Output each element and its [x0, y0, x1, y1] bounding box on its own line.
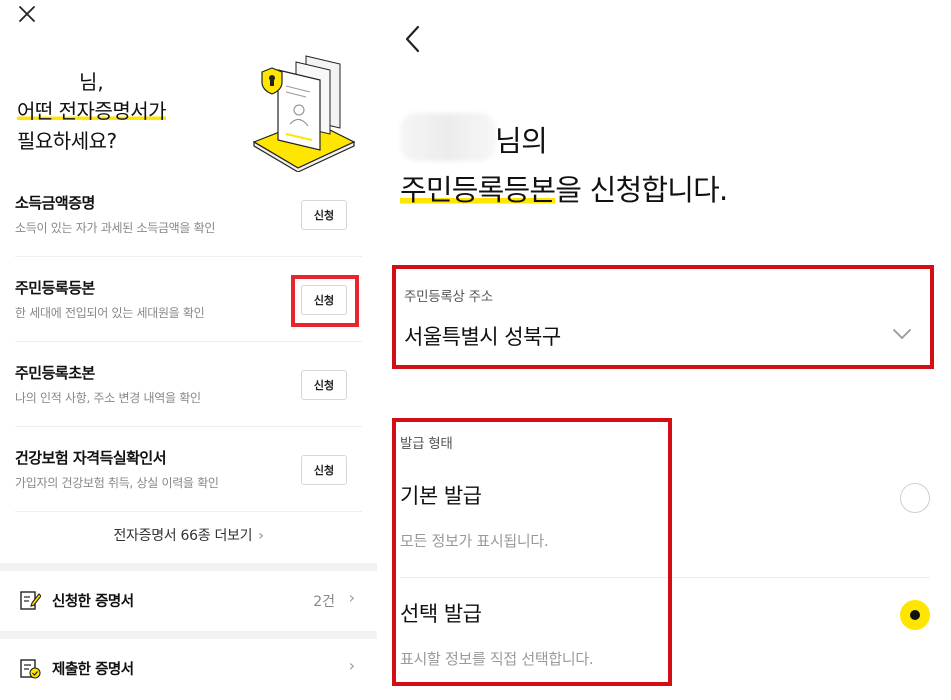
headline-name-suffix: 님의 [495, 124, 548, 158]
apply-button-health-insurance[interactable]: 신청 [301, 455, 347, 485]
application-form-screen: 님의 주민등록등본을 신청합니다. 주민등록상 주소 서울특별시 성북구 발급 … [378, 0, 951, 700]
menu-label: 신청한 증명서 [52, 594, 134, 610]
chevron-down-icon[interactable] [892, 327, 912, 341]
applied-certificates-row[interactable]: 신청한 증명서 2건 › [0, 571, 377, 631]
title-highlight: 주민등록등본 [400, 173, 556, 207]
menu-count: 2건 [313, 594, 335, 610]
cert-title: 주민등록등본 [15, 279, 95, 297]
greeting-name: 님, [79, 70, 104, 94]
cert-title: 주민등록초본 [15, 364, 95, 382]
address-label: 주민등록상 주소 [404, 289, 493, 305]
radio-checked[interactable] [900, 600, 930, 630]
submitted-document-icon [20, 659, 41, 679]
radio-unchecked[interactable] [900, 483, 930, 513]
certificate-list: 소득금액증명 소득이 있는 자가 과세된 소득금액을 확인 신청 주민등록등본 … [0, 172, 377, 512]
close-icon[interactable] [15, 2, 39, 26]
blurred-user-name [400, 113, 496, 161]
back-arrow-icon[interactable] [400, 22, 426, 56]
cert-item-resident-abstract: 주민등록초본 나의 인적 사항, 주소 변경 내역을 확인 신청 [15, 342, 362, 427]
cert-title: 건강보험 자격득실확인서 [15, 449, 167, 467]
cert-item-health-insurance: 건강보험 자격득실확인서 가입자의 건강보험 취득, 상실 이력을 확인 신청 [15, 427, 362, 512]
highlight-box [392, 418, 672, 686]
cert-item-resident-copy: 주민등록등본 한 세대에 전입되어 있는 세대원을 확인 신청 [15, 257, 362, 342]
cert-description: 한 세대에 전입되어 있는 세대원을 확인 [15, 306, 205, 320]
highlight-box [291, 275, 359, 327]
section-divider [0, 631, 377, 639]
chevron-right-icon: › [348, 588, 355, 607]
apply-button-income[interactable]: 신청 [301, 200, 347, 230]
cert-description: 가입자의 건강보험 취득, 상실 이력을 확인 [15, 476, 219, 490]
chevron-right-icon: › [258, 528, 264, 544]
more-certificates-link[interactable]: 전자증명서 66종 더보기 › [0, 525, 377, 545]
section-divider [0, 563, 377, 571]
cert-item-income: 소득금액증명 소득이 있는 자가 과세된 소득금액을 확인 신청 [15, 172, 362, 257]
certificate-list-screen: 님, 어떤 전자증명서가 필요하세요? 소득금액증명 소득이 있는 자가 과세된… [0, 0, 377, 700]
greeting: 님, 어떤 전자증명서가 필요하세요? [17, 68, 237, 156]
more-link-label: 전자증명서 66종 더보기 [113, 528, 253, 544]
page-title: 주민등록등본을 신청합니다. [400, 167, 728, 209]
apply-button-resident-abstract[interactable]: 신청 [301, 370, 347, 400]
edit-document-icon [20, 591, 41, 610]
greeting-line-2: 필요하세요? [17, 129, 117, 153]
greeting-highlight: 어떤 전자증명서가 [17, 99, 167, 123]
cert-description: 소득이 있는 자가 과세된 소득금액을 확인 [15, 221, 216, 235]
document-phone-illustration [252, 55, 356, 172]
greeting-line-1: 어떤 전자증명서가 [17, 96, 237, 126]
title-rest: 을 신청합니다. [555, 173, 728, 207]
menu-label: 제출한 증명서 [52, 662, 134, 678]
cert-description: 나의 인적 사항, 주소 변경 내역을 확인 [15, 391, 201, 405]
submitted-certificates-row[interactable]: 제출한 증명서 › [0, 639, 377, 699]
cert-title: 소득금액증명 [15, 194, 95, 212]
address-value: 서울특별시 성북구 [404, 325, 561, 349]
address-selector[interactable]: 주민등록상 주소 서울특별시 성북구 [392, 265, 934, 369]
chevron-right-icon: › [348, 656, 355, 675]
